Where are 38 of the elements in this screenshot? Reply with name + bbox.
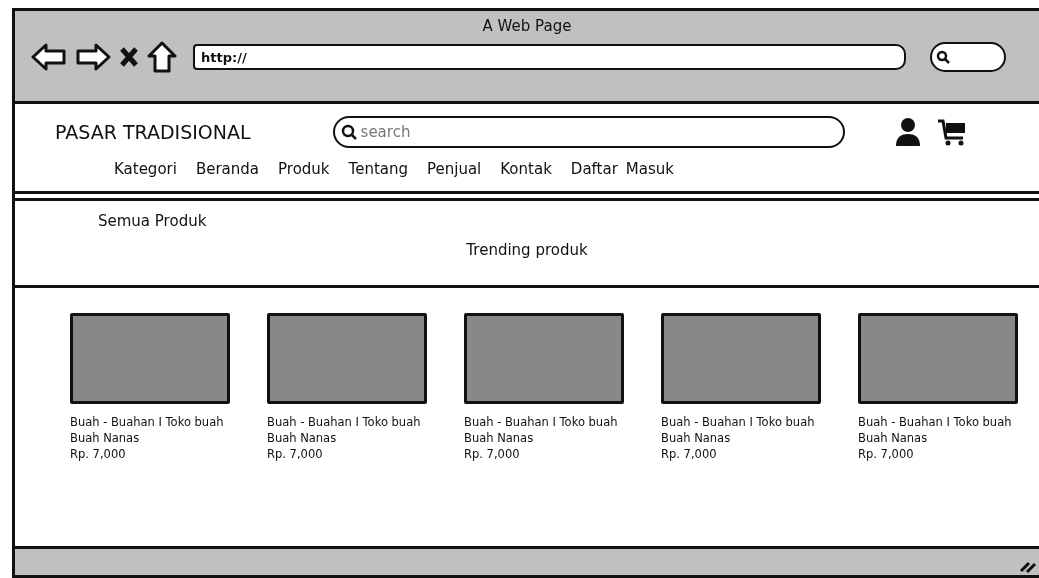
- product-name: Buah Nanas: [70, 430, 141, 446]
- search-icon: [936, 50, 950, 64]
- product-name: Buah Nanas: [661, 430, 732, 446]
- window-title: A Web Page: [481, 16, 573, 37]
- nav-link[interactable]: Daftar: [570, 158, 618, 181]
- product-name: Buah Nanas: [858, 430, 929, 446]
- site-logo[interactable]: PASAR TRADISIONAL: [55, 117, 251, 147]
- url-field[interactable]: http://: [193, 44, 906, 70]
- nav-link[interactable]: Produk: [278, 158, 330, 181]
- product-name: Buah Nanas: [267, 430, 338, 446]
- nav-link[interactable]: Kontak: [500, 158, 552, 181]
- back-icon[interactable]: [31, 42, 67, 72]
- product-price: Rp. 7,000: [70, 446, 127, 462]
- nav-link[interactable]: Tentang: [348, 158, 408, 181]
- close-icon[interactable]: [119, 46, 139, 68]
- nav-link[interactable]: Kategori: [114, 158, 177, 181]
- browser-search-field[interactable]: [930, 42, 1006, 72]
- nav-link[interactable]: Masuk: [625, 158, 674, 181]
- product-price: Rp. 7,000: [464, 446, 521, 462]
- product-price: Rp. 7,000: [858, 446, 915, 462]
- product-name: Buah Nanas: [464, 430, 535, 446]
- all-products-link[interactable]: Semua Produk: [98, 212, 207, 230]
- home-icon[interactable]: [147, 41, 177, 73]
- product-category: Buah - Buahan I Toko buah: [70, 414, 225, 430]
- cart-icon[interactable]: [936, 118, 967, 146]
- nav-link[interactable]: Penjual: [427, 158, 482, 181]
- product-category: Buah - Buahan I Toko buah: [464, 414, 619, 430]
- user-icon[interactable]: [894, 117, 921, 147]
- nav-link[interactable]: Beranda: [195, 158, 260, 181]
- product-category: Buah - Buahan I Toko buah: [858, 414, 1013, 430]
- section-heading: Trending produk: [465, 240, 589, 261]
- product-price: Rp. 7,000: [661, 446, 718, 462]
- forward-icon[interactable]: [75, 42, 111, 72]
- product-price: Rp. 7,000: [267, 446, 324, 462]
- search-icon: [340, 124, 357, 140]
- search-field[interactable]: search: [332, 116, 845, 148]
- product-category: Buah - Buahan I Toko buah: [267, 414, 422, 430]
- product-category: Buah - Buahan I Toko buah: [661, 414, 816, 430]
